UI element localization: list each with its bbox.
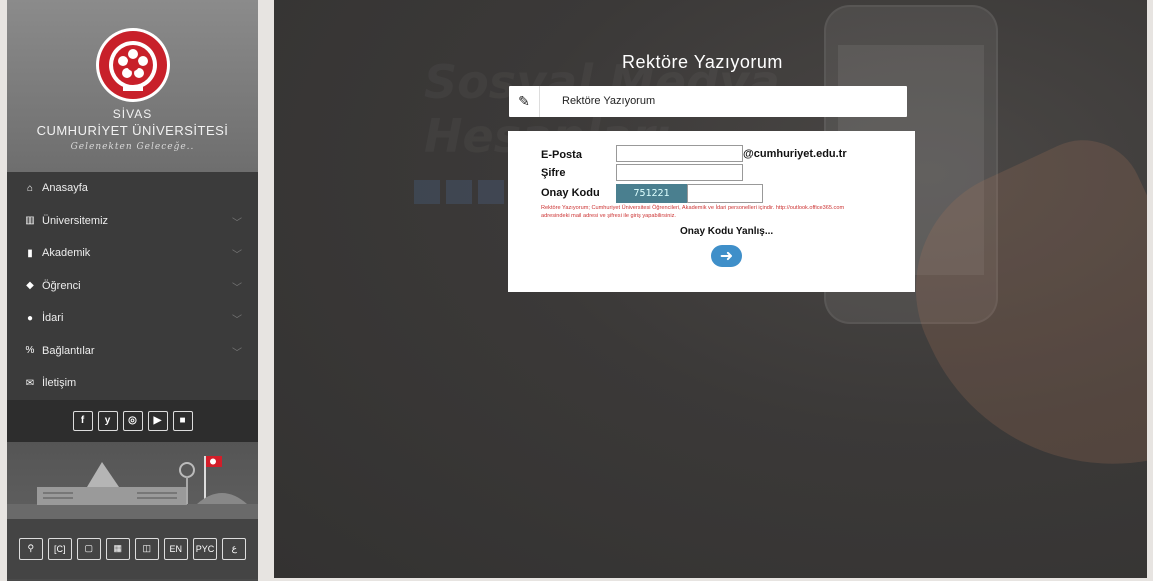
- menu-item-universitemiz[interactable]: ▥ Üniversitemiz ﹀: [7, 205, 258, 238]
- search-icon[interactable]: ⚲: [18, 537, 43, 560]
- university-icon: ▥: [25, 215, 35, 227]
- accessibility-icon[interactable]: [C]: [47, 537, 72, 560]
- utility-toolbar: ⚲ [C] ▢ ▦ ◫ EN PYC ع: [7, 518, 258, 579]
- info-note: Rektöre Yazıyorum; Cumhuriyet Üniversite…: [541, 205, 845, 219]
- facebook-icon[interactable]: f: [72, 410, 93, 431]
- brand-city: SİVAS: [112, 107, 153, 121]
- password-label: Şifre: [541, 167, 566, 179]
- pencil-icon: ✎: [509, 86, 540, 117]
- chevron-down-icon: ﹀: [232, 315, 242, 326]
- email-field[interactable]: [616, 145, 743, 162]
- university-logo[interactable]: [95, 0, 171, 103]
- campus-illustration: [7, 441, 258, 519]
- background-social-graphic: [414, 180, 504, 204]
- graduation-cap-icon: ◆: [26, 280, 34, 292]
- instagram-icon[interactable]: ◎: [122, 410, 143, 431]
- captcha-field[interactable]: [687, 184, 763, 203]
- page-title: Rektöre Yazıyorum: [622, 52, 783, 72]
- chevron-down-icon: ﹀: [232, 217, 242, 229]
- captcha-image: 751221: [616, 184, 687, 203]
- form-header-bar: ✎ Rektöre Yazıyorum: [509, 86, 907, 117]
- menu-item-baglantilar[interactable]: % Bağlantılar ﹀: [7, 335, 258, 368]
- sidebar: SİVAS CUMHURİYET ÜNİVERSİTESİ Gelenekten…: [7, 0, 258, 581]
- link-icon: %: [25, 345, 35, 357]
- chevron-down-icon: ﹀: [232, 347, 242, 359]
- main-menu: ⌂ Anasayfa ▥ Üniversitemiz ﹀ ▮ Akademik ﹀ ◆ Öğ…: [7, 172, 258, 400]
- submit-button[interactable]: ➜: [711, 245, 742, 267]
- error-message: Onay Kodu Yanlış...: [680, 226, 774, 237]
- twitter-icon[interactable]: y: [97, 410, 118, 431]
- captcha-label: Onay Kodu: [541, 187, 600, 199]
- menu-item-iletisim[interactable]: ✉ İletişim: [7, 367, 258, 400]
- user-icon: ●: [26, 312, 34, 324]
- menu-item-label: Üniversitemiz: [42, 214, 109, 227]
- menu-item-akademik[interactable]: ▮ Akademik ﹀: [7, 237, 258, 270]
- radio-icon[interactable]: ▦: [105, 537, 130, 560]
- lang-ru-button[interactable]: PYC: [192, 537, 218, 560]
- menu-item-label: Bağlantılar: [42, 344, 95, 357]
- lang-en-button[interactable]: EN: [163, 537, 188, 560]
- login-form: E-Posta @cumhuriyet.edu.tr Şifre Onay Ko…: [508, 131, 915, 292]
- email-label: E-Posta: [541, 149, 582, 161]
- brand-university: CUMHURİYET ÜNİVERSİTESİ: [36, 123, 229, 138]
- password-field[interactable]: [616, 164, 743, 181]
- menu-item-label: Anasayfa: [42, 182, 88, 195]
- arrow-right-icon: ➜: [719, 248, 734, 265]
- chevron-down-icon: ﹀: [232, 250, 242, 261]
- menu-item-label: İletişim: [42, 377, 77, 390]
- menu-item-idari[interactable]: ● İdari ﹀: [7, 302, 258, 335]
- social-links: f y ◎ ▶ ■: [7, 399, 258, 442]
- menu-item-label: Öğrenci: [42, 279, 81, 292]
- brand-header: SİVAS CUMHURİYET ÜNİVERSİTESİ Gelenekten…: [7, 0, 258, 172]
- main-content: Sosyal MedyaHesapları Rektöre Yazıyorum …: [274, 0, 1147, 578]
- youtube-icon[interactable]: ▶: [147, 410, 168, 431]
- page-edge: [1147, 0, 1153, 581]
- envelope-icon: ✉: [25, 377, 35, 389]
- video-camera-icon[interactable]: ■: [172, 410, 193, 431]
- bookmark-icon: ▮: [27, 247, 33, 259]
- menu-item-ogrenci[interactable]: ◆ Öğrenci ﹀: [7, 270, 258, 303]
- menu-item-anasayfa[interactable]: ⌂ Anasayfa: [7, 172, 258, 205]
- tv-icon[interactable]: ▢: [76, 537, 101, 560]
- form-header-label: Rektöre Yazıyorum: [562, 95, 656, 107]
- brand-slogan: Gelenekten Geleceğe..: [70, 142, 195, 152]
- map-icon[interactable]: ◫: [134, 537, 159, 560]
- lang-ar-button[interactable]: ع: [222, 537, 247, 560]
- menu-item-label: İdari: [42, 312, 64, 325]
- email-domain-suffix: @cumhuriyet.edu.tr: [743, 148, 847, 160]
- home-icon: ⌂: [26, 182, 34, 194]
- menu-item-label: Akademik: [42, 247, 91, 260]
- chevron-down-icon: ﹀: [232, 282, 242, 294]
